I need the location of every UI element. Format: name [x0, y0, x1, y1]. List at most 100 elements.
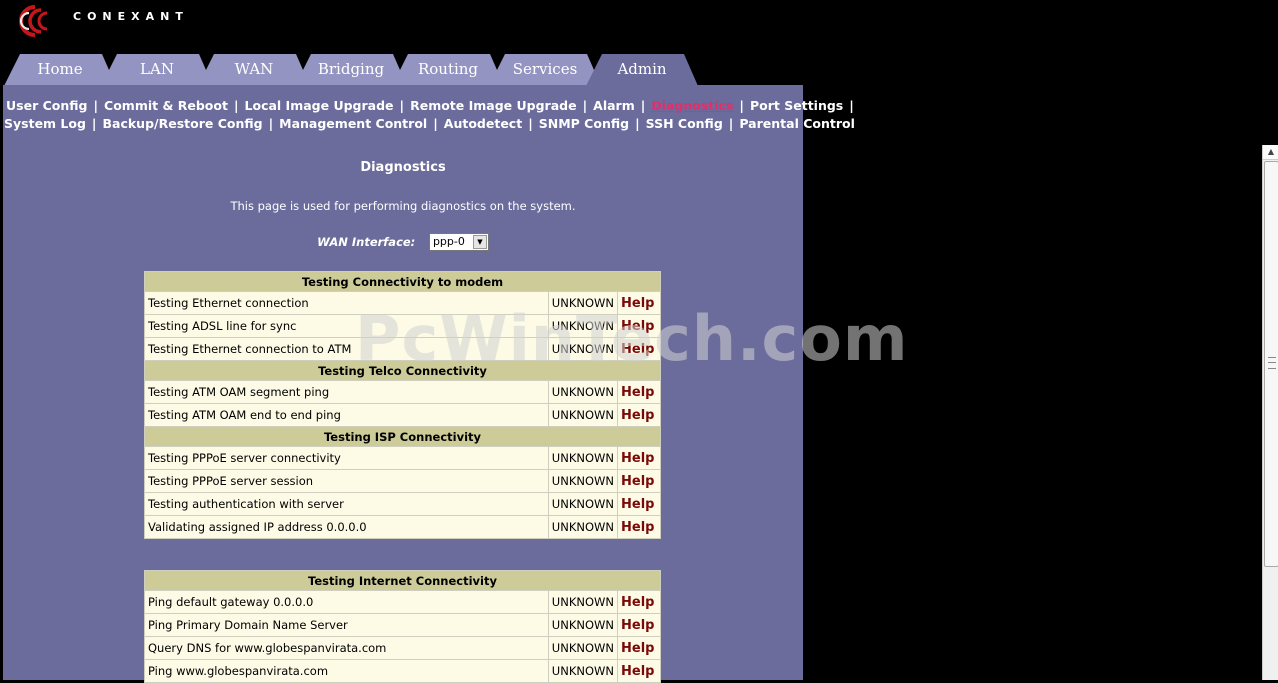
test-name: Testing Ethernet connection to ATM: [144, 337, 549, 361]
content-panel: User Config | Commit & Reboot | Local Image …: [3, 85, 855, 683]
tab-wan[interactable]: WAN: [198, 54, 310, 86]
tab-bridging[interactable]: Bridging: [295, 54, 407, 86]
admin-submenu: User Config | Commit & Reboot | Local Image …: [3, 97, 855, 133]
menu-separator: |: [849, 98, 854, 113]
test-status: UNKNOWN: [547, 291, 619, 315]
diagnostics-table-2: Testing Internet Connectivity Ping defaul…: [144, 570, 661, 683]
test-status: UNKNOWN: [547, 613, 619, 637]
scroll-up-arrow-icon[interactable]: ▲: [1263, 145, 1278, 160]
test-name: Testing ATM OAM segment ping: [144, 380, 549, 404]
test-status: UNKNOWN: [547, 636, 619, 660]
table-row: Ping default gateway 0.0.0.0 UNKNOWN Help: [144, 590, 661, 614]
table-row: Testing ATM OAM end to end ping UNKNOWN He…: [144, 403, 661, 427]
tab-routing[interactable]: Routing: [392, 54, 504, 86]
submenu-link-alarm[interactable]: Alarm: [593, 98, 635, 113]
section-header-row: Testing Internet Connectivity: [144, 570, 661, 591]
submenu-link-parental-control[interactable]: Parental Control: [739, 116, 855, 131]
test-name: Testing Ethernet connection: [144, 291, 549, 315]
section-header-row: Testing Telco Connectivity: [144, 360, 661, 381]
menu-separator: |: [399, 98, 405, 113]
help-link[interactable]: Help: [617, 492, 661, 516]
section-title: Testing ISP Connectivity: [144, 426, 661, 447]
test-name: Testing ATM OAM end to end ping: [144, 403, 549, 427]
test-name: Testing authentication with server: [144, 492, 549, 516]
test-name: Testing ADSL line for sync: [144, 314, 549, 338]
submenu-link-local-image-upgrade[interactable]: Local Image Upgrade: [245, 98, 394, 113]
test-status: UNKNOWN: [547, 590, 619, 614]
help-link[interactable]: Help: [617, 337, 661, 361]
submenu-link-ssh-config[interactable]: SSH Config: [646, 116, 723, 131]
conexant-logo: CONEXANT: [5, 4, 189, 38]
tab-label: Admin: [617, 60, 667, 78]
scroll-thumb[interactable]: [1264, 161, 1278, 567]
table-row: Testing ATM OAM segment ping UNKNOWN Help: [144, 380, 661, 404]
tab-home[interactable]: Home: [4, 54, 116, 86]
help-link[interactable]: Help: [617, 403, 661, 427]
section-title: Testing Internet Connectivity: [144, 570, 661, 591]
conexant-swirl-icon: [19, 5, 48, 37]
help-link[interactable]: Help: [617, 590, 661, 614]
help-link[interactable]: Help: [617, 380, 661, 404]
vertical-scrollbar[interactable]: ▲: [1262, 145, 1278, 680]
section-header-row: Testing Connectivity to modem: [144, 271, 661, 292]
help-link[interactable]: Help: [617, 613, 661, 637]
menu-separator: |: [93, 98, 99, 113]
help-link[interactable]: Help: [617, 314, 661, 338]
menu-separator: |: [582, 98, 588, 113]
scroll-grip-icon: [1268, 357, 1276, 369]
submenu-link-commit-reboot[interactable]: Commit & Reboot: [104, 98, 228, 113]
help-link[interactable]: Help: [617, 515, 661, 539]
submenu-link-snmp-config[interactable]: SNMP Config: [539, 116, 629, 131]
test-name: Validating assigned IP address 0.0.0.0: [144, 515, 549, 539]
test-name: Query DNS for www.globespanvirata.com: [144, 636, 549, 660]
diagnostics-table-1: Testing Connectivity to modem Testing Eth…: [144, 271, 661, 539]
section-header-row: Testing ISP Connectivity: [144, 426, 661, 447]
test-status: UNKNOWN: [547, 659, 619, 683]
help-link[interactable]: Help: [617, 446, 661, 470]
test-name: Ping default gateway 0.0.0.0: [144, 590, 549, 614]
table-row: Testing PPPoE server session UNKNOWN Help: [144, 469, 661, 493]
wan-interface-value: ppp-0: [432, 235, 465, 248]
section-title: Testing Connectivity to modem: [144, 271, 661, 292]
submenu-link-autodetect[interactable]: Autodetect: [444, 116, 522, 131]
submenu-link-backup-restore-config[interactable]: Backup/Restore Config: [103, 116, 263, 131]
submenu-link-diagnostics[interactable]: Diagnostics: [651, 98, 733, 113]
table-row: Testing ADSL line for sync UNKNOWN Help: [144, 314, 661, 338]
submenu-link-system-log[interactable]: System Log: [4, 116, 86, 131]
section-title: Testing Telco Connectivity: [144, 360, 661, 381]
menu-separator: |: [233, 98, 239, 113]
menu-separator: |: [91, 116, 97, 131]
submenu-link-remote-image-upgrade[interactable]: Remote Image Upgrade: [410, 98, 576, 113]
help-link[interactable]: Help: [617, 659, 661, 683]
tab-admin[interactable]: Admin: [586, 54, 698, 86]
menu-separator: |: [635, 116, 640, 131]
wan-interface-select[interactable]: ppp-0 ▼: [428, 233, 489, 251]
test-name: Ping www.globespanvirata.com: [144, 659, 549, 683]
submenu-row-2: System Log | Backup/Restore Config | Managem…: [3, 115, 855, 133]
dropdown-arrow-icon[interactable]: ▼: [472, 235, 487, 249]
tab-label: Services: [512, 60, 578, 78]
table-row: Testing PPPoE server connectivity UNKNOWN…: [144, 446, 661, 470]
help-link[interactable]: Help: [617, 636, 661, 660]
brand-name: CONEXANT: [73, 9, 189, 23]
test-status: UNKNOWN: [547, 492, 619, 516]
table-row: Testing Ethernet connection UNKNOWN Help: [144, 291, 661, 315]
table-row: Testing authentication with server UNKNOW…: [144, 492, 661, 516]
submenu-row-1: User Config | Commit & Reboot | Local Image …: [3, 97, 854, 115]
menu-separator: |: [640, 98, 646, 113]
test-name: Ping Primary Domain Name Server: [144, 613, 549, 637]
test-status: UNKNOWN: [547, 515, 619, 539]
submenu-link-port-settings[interactable]: Port Settings: [750, 98, 843, 113]
help-link[interactable]: Help: [617, 291, 661, 315]
test-status: UNKNOWN: [547, 380, 619, 404]
main-tabs: Home LAN WAN Bridging Routing Services Admin: [4, 54, 724, 86]
test-status: UNKNOWN: [547, 446, 619, 470]
test-status: UNKNOWN: [547, 469, 619, 493]
help-link[interactable]: Help: [617, 469, 661, 493]
tab-services[interactable]: Services: [489, 54, 601, 86]
submenu-link-management-control[interactable]: Management Control: [279, 116, 427, 131]
test-status: UNKNOWN: [547, 337, 619, 361]
page-title: Diagnostics: [360, 160, 446, 175]
submenu-link-user-config[interactable]: User Config: [6, 98, 87, 113]
tab-lan[interactable]: LAN: [101, 54, 213, 86]
